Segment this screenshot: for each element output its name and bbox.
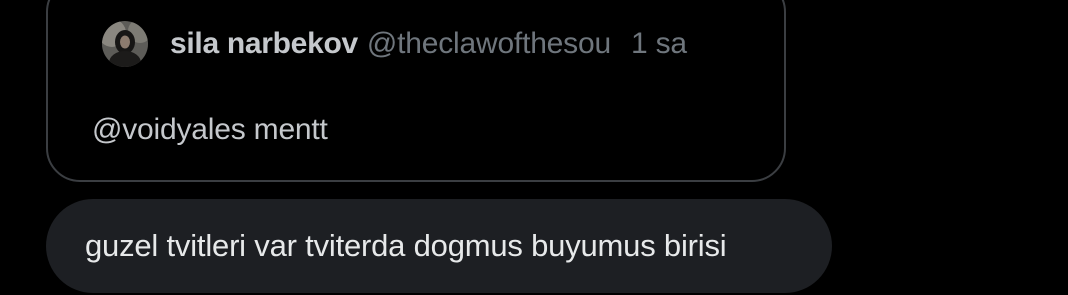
message-bubble[interactable]: guzel tvitleri var tviterda dogmus buyum…	[46, 199, 832, 293]
author-avatar[interactable]	[102, 21, 148, 67]
quoted-post-card[interactable]: sila narbekov @theclawofthesou 1 sa @voi…	[46, 0, 786, 182]
message-text: guzel tvitleri var tviterda dogmus buyum…	[85, 228, 727, 263]
quoted-post-text: @voidyales mentt	[92, 113, 328, 146]
avatar-photo-icon	[102, 21, 148, 67]
author-display-name[interactable]: sila narbekov	[170, 27, 358, 61]
quoted-post-header: sila narbekov @theclawofthesou 1 sa	[102, 20, 687, 68]
author-handle[interactable]: @theclawofthesou	[367, 27, 611, 61]
post-timestamp[interactable]: 1 sa	[631, 27, 687, 61]
